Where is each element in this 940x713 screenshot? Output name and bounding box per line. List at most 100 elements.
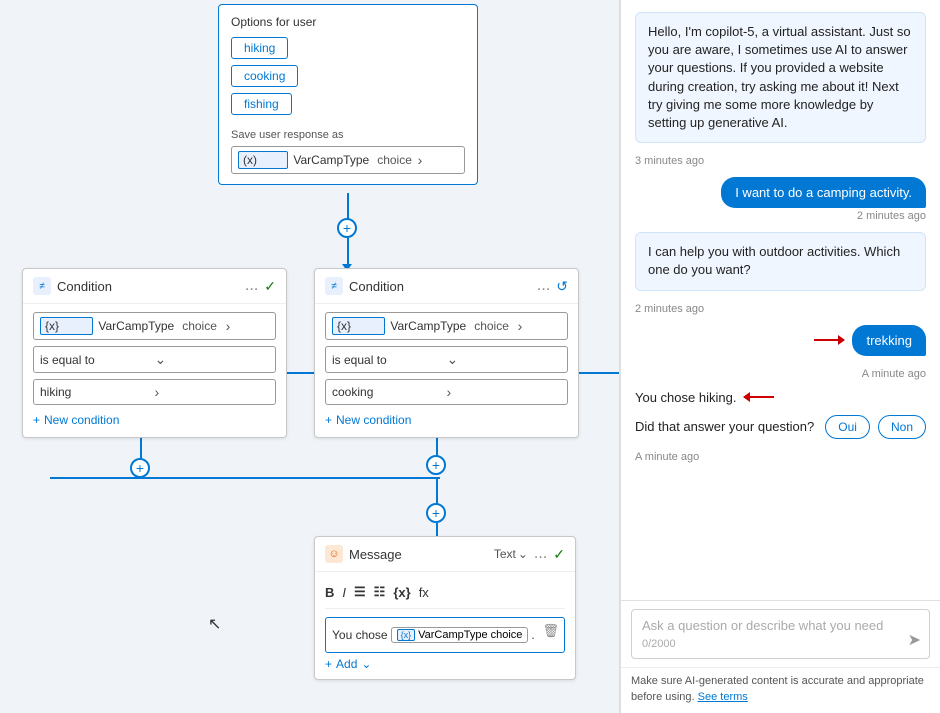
content-text: You chose [332,628,388,642]
plus-icon: + [325,657,332,671]
trekking-bubble: trekking [852,325,926,356]
var-name: VarCampType [293,153,369,167]
intro-timestamp: 3 minutes ago [635,155,926,167]
answer-btns: Oui Non [825,415,926,439]
new-condition-btn-2[interactable]: + New condition [325,411,568,429]
condition-title-2: Condition [349,279,531,294]
message-body: B I ☰ ☷ {x} fx You chose {x} VarCampType… [315,572,575,679]
value-label-1: hiking [40,385,155,399]
list-btn-2[interactable]: ☷ [374,584,386,600]
var-type: choice [377,153,417,167]
new-condition-btn-1[interactable]: + New condition [33,411,276,429]
message-check: ✓ [553,546,565,563]
condition-icon-1: ≠ [33,277,51,295]
add-btn[interactable]: + Add ⌄ [325,653,565,671]
operator-label-2: is equal to [332,353,447,367]
chevron-icon: › [447,384,562,400]
cond-value-1[interactable]: hiking › [33,379,276,405]
user-msg-1: I want to do a camping activity. [721,177,926,208]
chevron-icon: › [226,318,269,334]
value-label-2: cooking [332,385,447,399]
chevron-icon: ⌄ [361,657,371,671]
plus-icon: + [325,413,332,427]
fn-btn[interactable]: fx [419,585,429,600]
var-btn[interactable]: {x} [393,585,410,600]
delete-icon[interactable]: 🗑 [542,623,559,639]
condition-check-1: ✓ [264,278,276,295]
cond-var-name-2: VarCampType [390,319,466,333]
cond-var-badge-1: {x} [40,317,93,335]
cond-var-row-1[interactable]: {x} VarCampType choice › [33,312,276,340]
add-label: Add [336,657,357,671]
bot-intro-msg: Hello, I'm copilot-5, a virtual assistan… [635,12,926,143]
plus-btn-msg[interactable]: + [426,503,446,523]
chat-input-box[interactable]: Ask a question or describe what you need… [631,609,930,659]
var-badge: (x) [238,151,288,169]
list-btn-1[interactable]: ☰ [354,584,366,600]
cond-var-type-1: choice [182,319,225,333]
chevron-icon: ⌄ [518,547,528,561]
cond-var-row-2[interactable]: {x} VarCampType choice › [325,312,568,340]
chat-input-placeholder[interactable]: Ask a question or describe what you need [642,618,919,633]
condition-header-2: ≠ Condition ... ↺ [315,269,578,304]
char-count: 0/2000 [642,638,919,650]
chat-body: Hello, I'm copilot-5, a virtual assistan… [621,0,940,600]
plus-icon: + [33,413,40,427]
disclaimer-link[interactable]: See terms [698,691,748,703]
message-type: Text ⌄ [494,547,528,561]
plus-btn-left[interactable]: + [130,458,150,478]
option-fishing[interactable]: fishing [231,93,292,115]
new-condition-label-1: New condition [44,413,119,427]
cond-operator-2[interactable]: is equal to ⌄ [325,346,568,373]
arrow-left-icon [744,396,774,398]
operator-label-1: is equal to [40,353,155,367]
arrow-right-icon [814,339,844,341]
condition-body-1: {x} VarCampType choice › is equal to ⌄ h… [23,304,286,437]
new-condition-label-2: New condition [336,413,411,427]
answer-row: Did that answer your question? Oui Non [635,415,926,439]
condition-icon-2: ≠ [325,277,343,295]
cond-operator-1[interactable]: is equal to ⌄ [33,346,276,373]
cond-var-name-1: VarCampType [98,319,174,333]
option-cooking[interactable]: cooking [231,65,298,87]
disclaimer: Make sure AI-generated content is accura… [621,667,940,713]
user-msg-1-time: 2 minutes ago [857,210,926,222]
message-header: ☺ Message Text ⌄ ... ✓ [315,537,575,572]
user-msg-row-1: I want to do a camping activity. 2 minut… [635,177,926,222]
condition-body-2: {x} VarCampType choice › is equal to ⌄ c… [315,304,578,437]
var-chip-type: choice [491,629,523,641]
plus-btn-right[interactable]: + [426,455,446,475]
cond-var-type-2: choice [474,319,517,333]
italic-btn[interactable]: I [342,585,346,600]
message-menu[interactable]: ... [534,545,547,563]
var-chip: {x} VarCampType choice [391,627,529,643]
trekking-time: A minute ago [635,368,926,380]
content-suffix: . [531,628,534,642]
trekking-row: trekking [635,325,926,356]
plus-button-top[interactable]: + [337,218,357,238]
answer-text: Did that answer your question? [635,419,814,434]
message-icon: ☺ [325,545,343,563]
oui-btn[interactable]: Oui [825,415,870,439]
send-btn[interactable]: ➤ [908,630,921,650]
save-response-label: Save user response as [231,129,465,141]
bot-msg-2-time: 2 minutes ago [635,303,926,315]
chat-panel: Hello, I'm copilot-5, a virtual assistan… [620,0,940,713]
condition-refresh-2[interactable]: ↺ [556,278,568,295]
cond-var-badge-2: {x} [332,317,385,335]
chevron-icon: ⌄ [447,351,562,368]
answer-time: A minute ago [635,451,926,463]
condition-title-1: Condition [57,279,239,294]
chevron-icon: ⌄ [155,351,270,368]
option-hiking[interactable]: hiking [231,37,288,59]
chevron-icon: › [155,384,270,400]
non-btn[interactable]: Non [878,415,926,439]
chat-input-area: Ask a question or describe what you need… [621,600,940,667]
bold-btn[interactable]: B [325,585,334,600]
content-area[interactable]: You chose {x} VarCampType choice . 🗑 [325,617,565,653]
condition-menu-2[interactable]: ... [537,277,550,295]
cond-value-2[interactable]: cooking › [325,379,568,405]
hiking-row: You chose hiking. [635,390,926,405]
hiking-text: You chose hiking. [635,390,736,405]
condition-menu-1[interactable]: ... [245,277,258,295]
